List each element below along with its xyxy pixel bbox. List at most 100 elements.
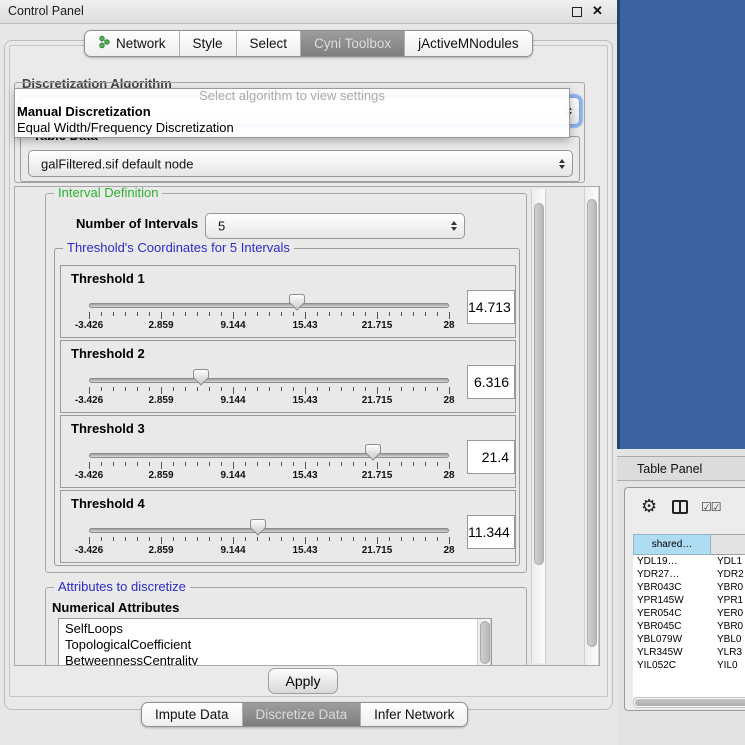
threshold-slider-track[interactable] [89, 378, 449, 383]
tick-mark [377, 537, 378, 544]
tick-mark [353, 537, 354, 541]
tab-network[interactable]: Network [85, 31, 179, 56]
tick-label: 28 [443, 545, 454, 556]
numerical-attributes-list[interactable]: SelfLoopsTopologicalCoefficientBetweenne… [58, 618, 492, 666]
dropdown-option[interactable]: Manual Discretization [15, 104, 569, 120]
tick-label: 2.859 [148, 395, 173, 406]
threshold-label: Threshold 3 [71, 421, 145, 436]
tick-mark [269, 387, 270, 391]
tab-jactivemnodules[interactable]: jActiveMNodules [404, 31, 532, 56]
table-row[interactable]: YBR043CYBR0 [633, 581, 745, 594]
tick-mark [137, 462, 138, 466]
table-row[interactable]: YLR345WYLR3 [633, 646, 745, 659]
table-data-select[interactable]: galFiltered.sif default node [28, 150, 573, 177]
tick-mark [149, 537, 150, 541]
tab-cyni-toolbox[interactable]: Cyni Toolbox [300, 31, 404, 56]
table-row[interactable]: YDL19…YDL1 [633, 555, 745, 568]
tick-mark [245, 387, 246, 391]
interval-definition-legend: Interval Definition [54, 186, 162, 200]
cell-shared-name: YIL052C [633, 659, 711, 672]
tick-label: 21.715 [362, 545, 393, 556]
scrollbar-thumb[interactable] [534, 203, 544, 565]
tab-label: Style [193, 36, 223, 51]
tick-mark [173, 387, 174, 391]
number-of-intervals-label: Number of Intervals [76, 216, 198, 231]
table-row[interactable]: YDR27…YDR2 [633, 568, 745, 581]
tick-mark [101, 387, 102, 391]
table-toolbar: ⚙ ☑☑ [625, 494, 745, 526]
tab-infer-network[interactable]: Infer Network [360, 703, 467, 726]
tick-mark [329, 537, 330, 541]
dropdown-placeholder-item[interactable]: Select algorithm to view settings [15, 89, 569, 104]
table-row[interactable]: YPR145WYPR1 [633, 594, 745, 607]
apply-button[interactable]: Apply [268, 668, 338, 694]
tick-mark [389, 312, 390, 316]
column-header[interactable]: n [711, 534, 745, 555]
tab-label: Network [116, 36, 166, 51]
tick-mark [161, 537, 162, 544]
select-columns-checkboxes-icon[interactable]: ☑☑ [701, 500, 721, 514]
float-window-icon[interactable] [572, 7, 582, 17]
tick-mark [173, 462, 174, 466]
gear-icon[interactable]: ⚙ [641, 496, 657, 517]
tick-mark [437, 387, 438, 391]
attribute-list-item[interactable]: TopologicalCoefficient [59, 637, 491, 653]
number-of-intervals-select[interactable]: 5 [205, 213, 465, 239]
threshold-value-field[interactable]: 11.344 [467, 515, 515, 549]
table-row[interactable]: YER054CYER0 [633, 607, 745, 620]
scrollbar-thumb[interactable] [635, 699, 745, 706]
tab-style[interactable]: Style [179, 31, 236, 56]
tab-discretize-data[interactable]: Discretize Data [242, 703, 361, 726]
attributes-list-scrollbar[interactable] [477, 619, 491, 666]
tab-impute-data[interactable]: Impute Data [142, 703, 242, 726]
threshold-slider-thumb[interactable] [193, 369, 209, 391]
tick-mark [413, 312, 414, 316]
tick-mark [281, 387, 282, 391]
tick-mark [365, 387, 366, 391]
scrollbar-thumb[interactable] [587, 199, 597, 647]
attribute-list-item[interactable]: BetweennessCentrality [59, 653, 491, 666]
tick-mark [245, 537, 246, 541]
close-icon[interactable]: ✕ [592, 3, 603, 19]
table-panel-title: Table Panel [637, 462, 702, 476]
tick-mark [89, 537, 90, 544]
tick-mark [149, 387, 150, 391]
tick-mark [377, 387, 378, 394]
table-row[interactable]: YBR045CYBR0 [633, 620, 745, 633]
dropdown-option[interactable]: Equal Width/Frequency Discretization [15, 120, 569, 136]
tick-mark [209, 462, 210, 466]
threshold-slider-track[interactable] [89, 303, 449, 308]
scrollbar-thumb[interactable] [480, 621, 490, 664]
table-row[interactable]: YBL079WYBL0 [633, 633, 745, 646]
column-header[interactable]: shared… [633, 534, 711, 555]
tick-mark [269, 462, 270, 466]
threshold-slider-track[interactable] [89, 453, 449, 458]
threshold-slider-thumb[interactable] [365, 444, 381, 466]
tick-mark [437, 312, 438, 316]
cell-shared-name: YPR145W [633, 594, 711, 607]
tick-mark [233, 462, 234, 469]
tick-mark [125, 537, 126, 541]
tick-mark [233, 387, 234, 394]
tick-mark [185, 312, 186, 316]
outer-vertical-scrollbar[interactable] [584, 187, 599, 665]
threshold-slider-thumb[interactable] [289, 294, 305, 316]
tick-mark [317, 462, 318, 466]
attribute-list-item[interactable]: SelfLoops [59, 621, 491, 637]
tick-mark [173, 537, 174, 541]
threshold-value-field[interactable]: 6.316 [467, 365, 515, 399]
threshold-value-field[interactable]: 14.713 [467, 290, 515, 324]
threshold-slider-track[interactable] [89, 528, 449, 533]
tick-mark [329, 462, 330, 466]
tick-mark [161, 312, 162, 319]
threshold-value-field[interactable]: 21.4 [467, 440, 515, 474]
table-row[interactable]: YIL052CYIL0 [633, 659, 745, 672]
threshold-slider-thumb[interactable] [250, 519, 266, 541]
table-horizontal-scrollbar[interactable] [633, 697, 745, 708]
tick-label: 21.715 [362, 395, 393, 406]
inner-vertical-scrollbar[interactable] [531, 189, 546, 663]
control-panel: Control Panel ✕ NetworkStyleSelectCyni T… [0, 0, 617, 745]
tick-mark [401, 462, 402, 466]
columns-icon[interactable] [672, 500, 688, 514]
tab-select[interactable]: Select [236, 31, 301, 56]
